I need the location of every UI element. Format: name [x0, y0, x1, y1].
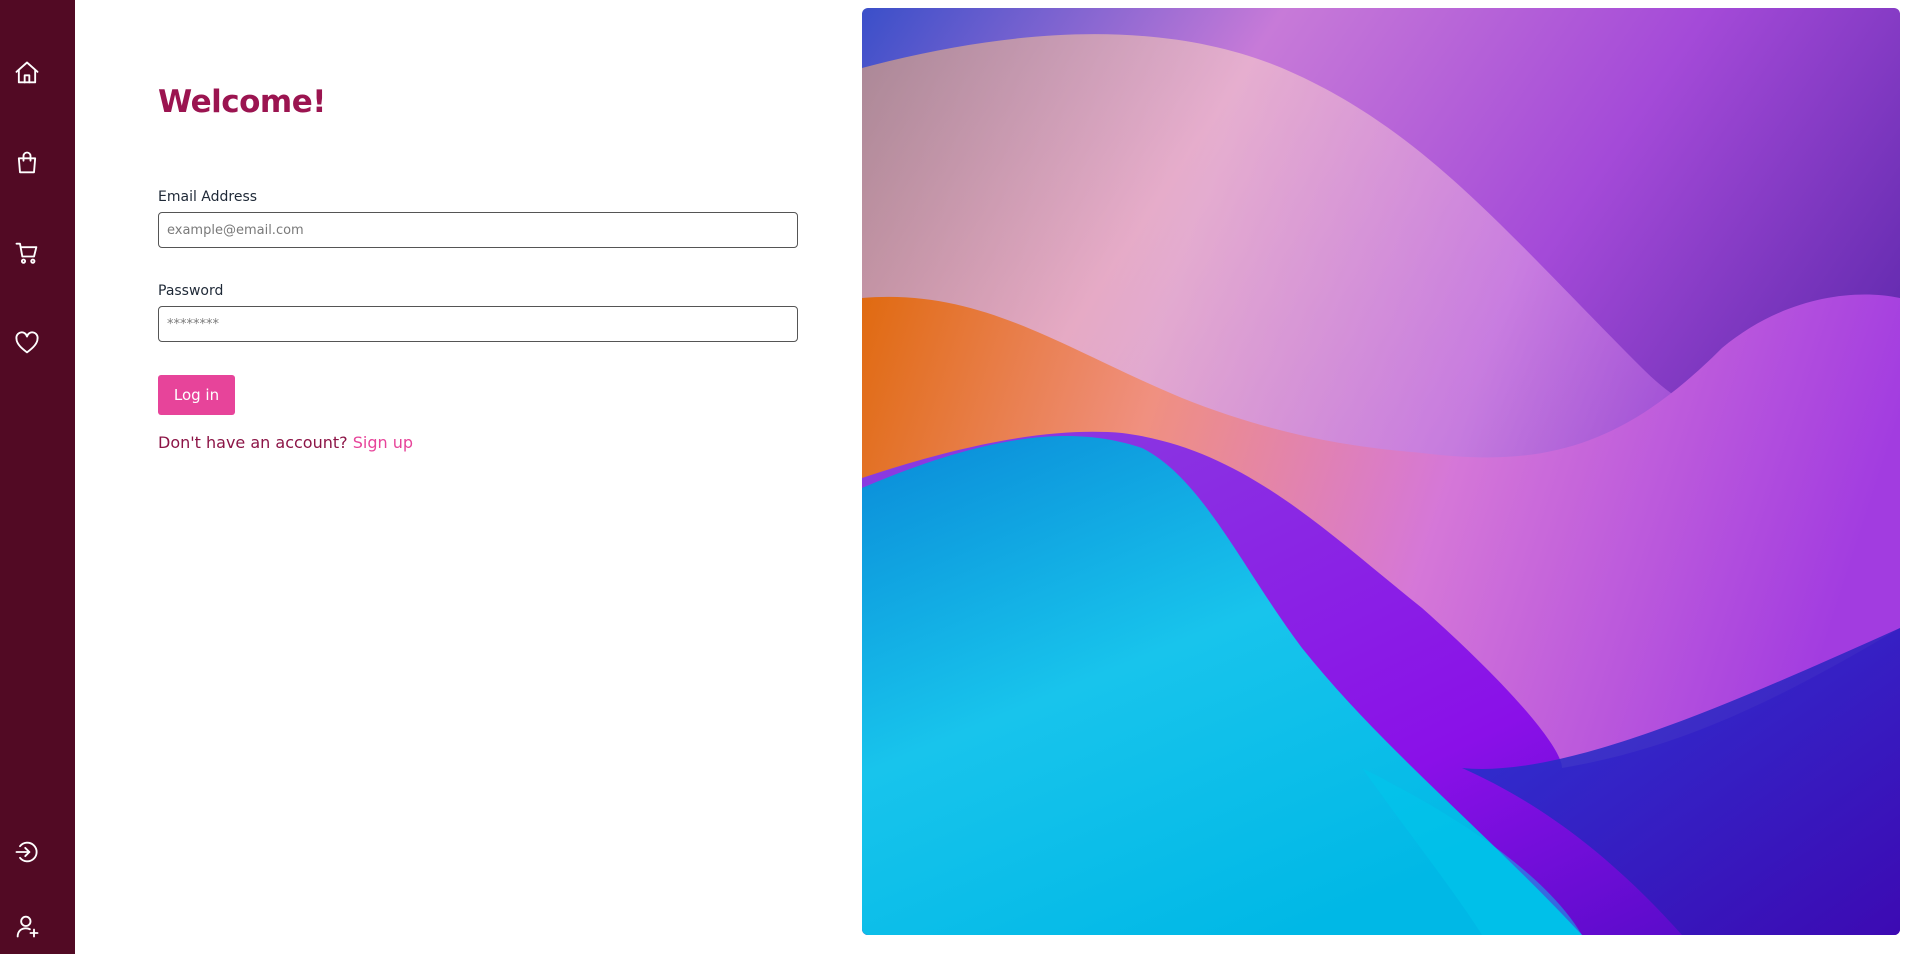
email-field[interactable] — [158, 212, 798, 248]
page-title: Welcome! — [158, 84, 326, 120]
signup-link[interactable]: Sign up — [353, 433, 413, 452]
heart-icon[interactable] — [13, 329, 41, 357]
cart-icon[interactable] — [13, 239, 41, 267]
password-label: Password — [158, 283, 224, 299]
email-label: Email Address — [158, 189, 258, 205]
login-button[interactable]: Log in — [158, 375, 235, 415]
password-field[interactable] — [158, 306, 798, 342]
hero-image — [862, 8, 1900, 935]
signup-prompt: Don't have an account? Sign up — [158, 433, 413, 452]
abstract-wave-graphic — [862, 8, 1900, 935]
signup-prompt-text: Don't have an account? — [158, 433, 348, 452]
home-icon[interactable] — [13, 59, 41, 87]
user-add-icon[interactable] — [13, 912, 41, 940]
login-icon[interactable] — [13, 838, 41, 866]
sidebar — [0, 0, 75, 954]
shopping-bag-icon[interactable] — [13, 149, 41, 177]
login-panel: Welcome! Email Address Password Log in D… — [75, 0, 862, 954]
